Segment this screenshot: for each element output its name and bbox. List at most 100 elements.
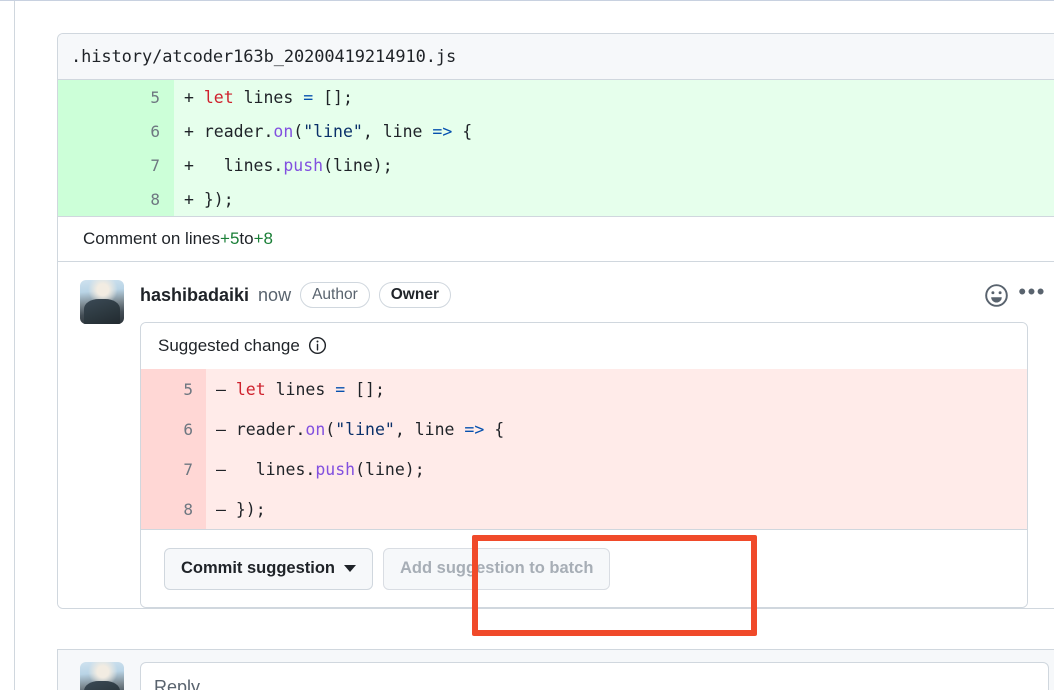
diff-marker: – — [216, 459, 226, 479]
suggestion-row-del-5: 5 – let lines = []; — [141, 369, 1027, 409]
chevron-down-icon — [344, 565, 357, 572]
diff-marker: + — [184, 155, 194, 175]
comment-author[interactable]: hashibadaiki — [140, 285, 249, 306]
token-text: , line — [394, 419, 465, 439]
diff-line-code: – lines.push(line); — [206, 449, 1027, 489]
comment-on-lines-prefix: Comment on lines — [83, 229, 221, 248]
diff-row-add-6[interactable]: 6 + reader.on("line", line => { — [58, 114, 1054, 148]
suggested-change-title: Suggested change — [158, 335, 300, 355]
badge-author: Author — [300, 281, 370, 309]
token-function: on — [305, 419, 326, 439]
badge-owner: Owner — [378, 281, 451, 309]
comment-line-to: +8 — [253, 229, 273, 248]
token-tail: (line); — [323, 155, 393, 175]
token-text: , line — [362, 121, 433, 141]
diff-line-number: 5 — [141, 369, 206, 409]
token-paren: ( — [293, 121, 304, 141]
comment-body: hashibadaiki now Author Owner ••• Sugges… — [124, 280, 1046, 608]
add-suggestion-to-batch-button[interactable]: Add suggestion to batch — [383, 547, 611, 590]
diff-marker: + — [184, 87, 194, 107]
diff-line-number: 8 — [58, 182, 174, 216]
commit-suggestion-button[interactable]: Commit suggestion — [164, 547, 374, 590]
token-operator: => — [432, 121, 453, 141]
diff-line-number: 8 — [141, 489, 206, 529]
comment-header: hashibadaiki now Author Owner ••• — [140, 280, 1046, 310]
reply-input[interactable]: Reply — [140, 662, 1049, 690]
suggestion-row-del-6: 6 – reader.on("line", line => { — [141, 409, 1027, 449]
token-tail: }); — [203, 189, 234, 209]
diff-line-code: – reader.on("line", line => { — [206, 409, 1027, 449]
token-object: lines. — [255, 459, 316, 479]
token-object: lines. — [223, 155, 284, 175]
token-text: lines — [233, 87, 304, 107]
token-string: "line" — [335, 419, 395, 439]
diff-line-number: 7 — [141, 449, 206, 489]
suggested-change-box: Suggested change 5 – let lines = []; 6 –… — [140, 322, 1028, 608]
diff-marker: – — [216, 379, 226, 399]
diff-table: 5 + let lines = []; 6 + reader.on("line"… — [58, 80, 1054, 216]
token-operator: => — [464, 419, 485, 439]
diff-line-code: + }); — [174, 182, 1054, 216]
diff-line-number: 6 — [58, 114, 174, 148]
suggestion-actions: Commit suggestion Add suggestion to batc… — [141, 529, 1027, 607]
reply-placeholder: Reply — [154, 677, 201, 690]
reply-avatar[interactable] — [80, 662, 124, 690]
suggested-change-header: Suggested change — [141, 323, 1027, 369]
file-path[interactable]: .history/atcoder163b_20200419214910.js — [71, 47, 456, 67]
token-tail: }); — [235, 499, 266, 519]
token-operator: = — [303, 87, 314, 107]
token-tail: { — [484, 419, 505, 439]
file-header: .history/atcoder163b_20200419214910.js — [58, 34, 1054, 80]
token-operator: = — [335, 379, 346, 399]
token-tail: (line); — [355, 459, 425, 479]
diff-row-add-8[interactable]: 8 + }); — [58, 182, 1054, 216]
kebab-menu-icon[interactable]: ••• — [1018, 281, 1046, 303]
diff-line-number: 5 — [58, 80, 174, 114]
comment-container: hashibadaiki now Author Owner ••• Sugges… — [58, 262, 1054, 608]
token-keyword: let — [203, 87, 234, 107]
diff-row-add-5[interactable]: 5 + let lines = []; — [58, 80, 1054, 114]
diff-card: .history/atcoder163b_20200419214910.js 5… — [57, 33, 1054, 609]
token-function: push — [283, 155, 324, 175]
diff-marker: – — [216, 499, 226, 519]
token-tail: { — [452, 121, 473, 141]
info-icon[interactable] — [308, 336, 327, 355]
avatar[interactable] — [80, 280, 124, 324]
token-object: reader. — [235, 419, 306, 439]
token-keyword: let — [235, 379, 266, 399]
diff-line-code: – }); — [206, 489, 1027, 529]
diff-line-code: – let lines = []; — [206, 369, 1027, 409]
token-function: on — [273, 121, 294, 141]
add-suggestion-to-batch-label: Add suggestion to batch — [400, 559, 594, 577]
comment-row: hashibadaiki now Author Owner ••• Sugges… — [58, 280, 1054, 608]
suggestion-row-del-7: 7 – lines.push(line); — [141, 449, 1027, 489]
suggestion-diff-table: 5 – let lines = []; 6 – reader.on("line"… — [141, 369, 1027, 529]
smiley-icon[interactable] — [984, 283, 1009, 308]
comment-line-from: +5 — [220, 229, 240, 248]
diff-line-code: + let lines = []; — [174, 80, 1054, 114]
token-text: lines — [265, 379, 336, 399]
diff-line-number: 7 — [58, 148, 174, 182]
comment-on-lines-bar: Comment on lines +5 to +8 — [58, 216, 1054, 262]
diff-marker: – — [216, 419, 226, 439]
diff-line-number: 6 — [141, 409, 206, 449]
commit-suggestion-label: Commit suggestion — [181, 559, 336, 577]
left-rail-divider — [14, 1, 15, 690]
diff-row-add-7[interactable]: 7 + lines.push(line); — [58, 148, 1054, 182]
diff-line-code: + reader.on("line", line => { — [174, 114, 1054, 148]
diff-marker: + — [184, 189, 194, 209]
comment-timestamp: now — [258, 284, 292, 305]
token-tail: []; — [345, 379, 385, 399]
comment-line-joiner: to — [239, 229, 254, 248]
token-function: push — [315, 459, 356, 479]
reply-row: Reply — [57, 650, 1054, 690]
token-string: "line" — [303, 121, 363, 141]
token-paren: ( — [325, 419, 336, 439]
token-tail: []; — [313, 87, 353, 107]
diff-marker: + — [184, 121, 194, 141]
github-diff-comment-view: .history/atcoder163b_20200419214910.js 5… — [0, 0, 1054, 690]
token-object: reader. — [203, 121, 274, 141]
top-divider — [0, 0, 1054, 1]
